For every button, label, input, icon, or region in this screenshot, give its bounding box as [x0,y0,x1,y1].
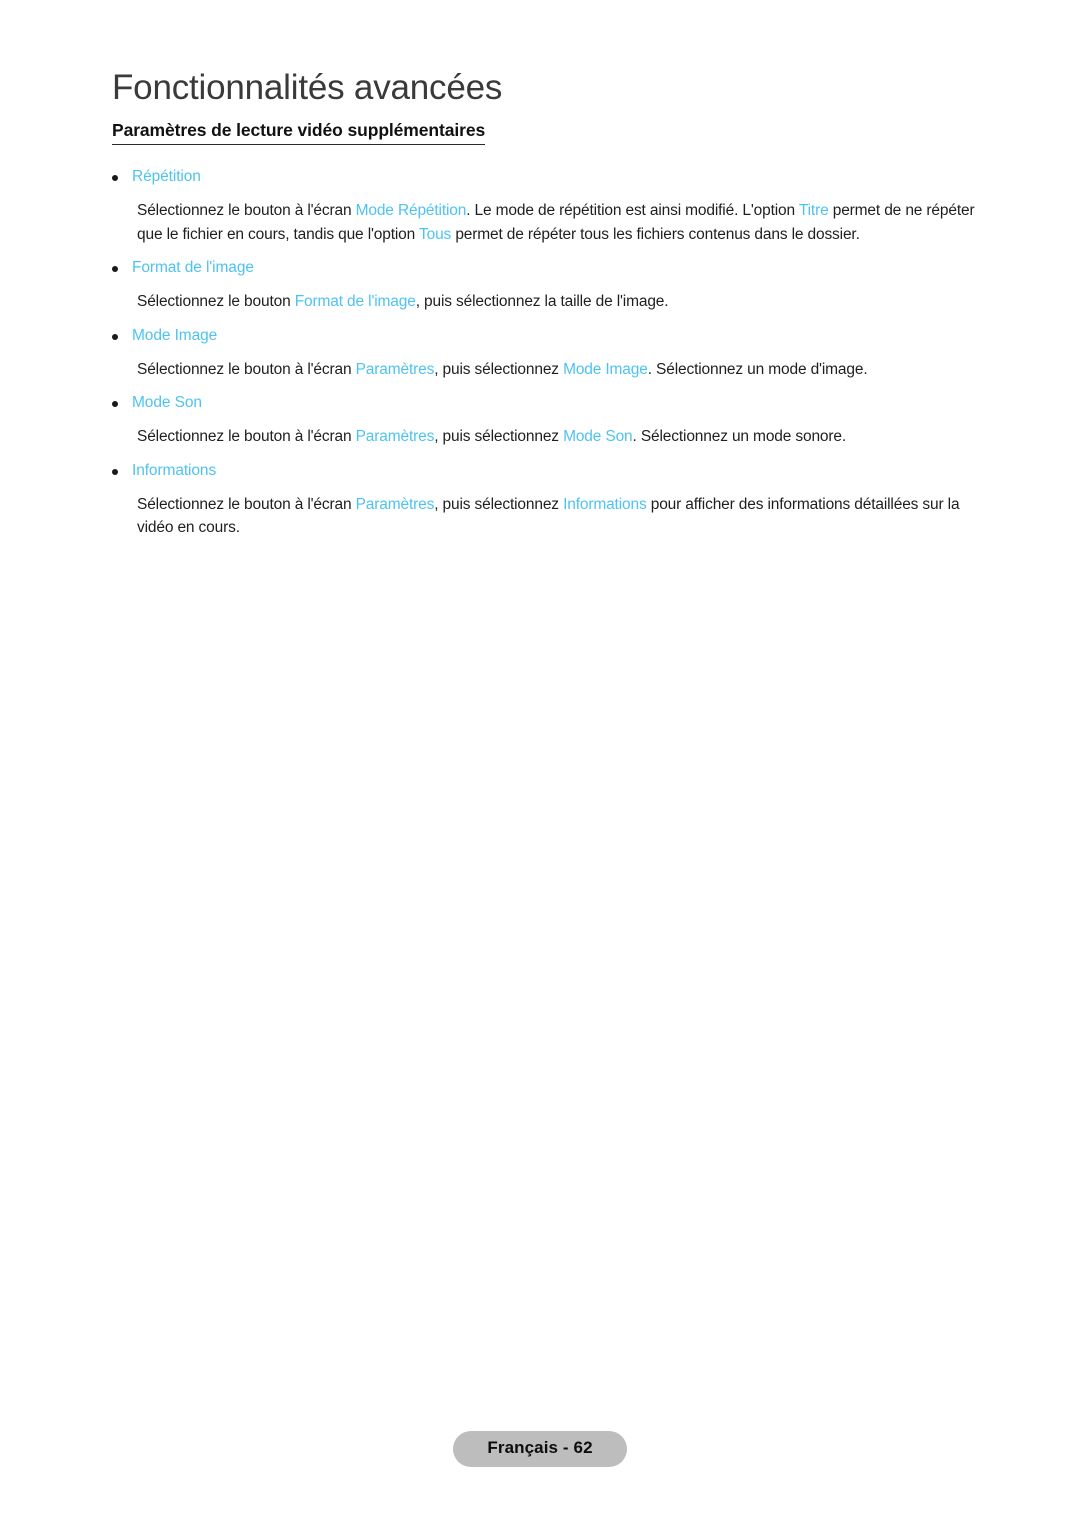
page-number-badge: Français - 62 [453,1431,627,1467]
paragraph-text: , puis sélectionnez [434,495,564,513]
page-title: Fonctionnalités avancées [112,68,503,107]
paragraph-text: , puis sélectionnez [434,360,564,378]
bullet-heading-row: Répétition [112,167,980,188]
page-content: Fonctionnalités avancées Paramètres de l… [112,0,980,540]
bullet-heading-row: Mode Image [112,326,980,347]
ui-term-parametres: Paramètres [355,495,435,513]
paragraph-text: Sélectionnez le bouton à l'écran [137,202,356,220]
paragraph-text: Sélectionnez le bouton [137,293,295,311]
section-informations: Informations Sélectionnez le bouton à l'… [112,461,980,540]
paragraph-text: . Sélectionnez un mode sonore. [632,428,847,446]
section-list: Répétition Sélectionnez le bouton à l'éc… [112,167,980,539]
section-heading: Paramètres de lecture vidéo supplémentai… [112,120,485,146]
paragraph-text: Sélectionnez le bouton à l'écran [137,360,356,378]
section-mode-image: Mode Image Sélectionnez le bouton à l'éc… [112,326,980,381]
section-mode-son: Mode Son Sélectionnez le bouton à l'écra… [112,393,980,448]
section-heading-wrap: Paramètres de lecture vidéo supplémentai… [112,120,980,146]
bullet-dot-icon [112,266,118,273]
section-paragraph: Sélectionnez le bouton à l'écran Mode Ré… [137,199,980,246]
paragraph-text: . Le mode de répétition est ainsi modifi… [466,202,799,220]
ui-term-mode-son: Mode Son [563,428,633,446]
section-paragraph: Sélectionnez le bouton à l'écran Paramèt… [137,425,980,449]
document-page: Fonctionnalités avancées Paramètres de l… [0,0,1080,1519]
ui-term-parametres: Paramètres [355,428,435,446]
bullet-dot-icon [112,175,118,182]
ui-term-titre: Titre [798,202,829,220]
ui-term-mode-image: Mode Image [563,360,648,378]
section-format-de-limage: Format de l'image Sélectionnez le bouton… [112,258,980,313]
paragraph-text: Sélectionnez le bouton à l'écran [137,428,356,446]
ui-term-mode-repetition: Mode Répétition [355,202,467,220]
bullet-dot-icon [112,468,118,475]
section-paragraph: Sélectionnez le bouton à l'écran Paramèt… [137,358,980,382]
page-footer: Français - 62 [0,1431,1080,1467]
bullet-label: Mode Son [132,394,202,412]
paragraph-text: . Sélectionnez un mode d'image. [647,360,868,378]
paragraph-text: Sélectionnez le bouton à l'écran [137,495,356,513]
bullet-label: Informations [132,461,217,479]
bullet-heading-row: Format de l'image [112,258,980,279]
ui-term-parametres: Paramètres [355,360,435,378]
bullet-dot-icon [112,401,118,408]
bullet-heading-row: Mode Son [112,393,980,414]
bullet-label: Répétition [132,168,201,186]
ui-term-informations: Informations [563,495,647,513]
bullet-heading-row: Informations [112,461,980,482]
section-repetition: Répétition Sélectionnez le bouton à l'éc… [112,167,980,246]
paragraph-text: , puis sélectionnez la taille de l'image… [415,293,669,311]
bullet-label: Mode Image [132,326,218,344]
paragraph-text: , puis sélectionnez [434,428,564,446]
section-paragraph: Sélectionnez le bouton Format de l'image… [137,290,980,314]
ui-term-format-de-limage: Format de l'image [294,293,416,311]
paragraph-text: permet de répéter tous les fichiers cont… [451,225,860,243]
section-paragraph: Sélectionnez le bouton à l'écran Paramèt… [137,493,980,540]
ui-term-tous: Tous [419,225,452,243]
bullet-dot-icon [112,333,118,340]
bullet-label: Format de l'image [132,259,254,277]
